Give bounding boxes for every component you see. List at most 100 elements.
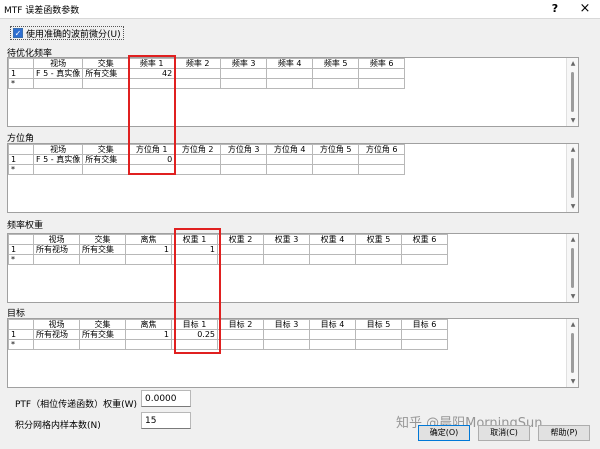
conjugate-cell[interactable]: 所有交集 (79, 329, 126, 340)
grid-cell[interactable] (309, 339, 356, 350)
weight-5-cell[interactable] (355, 244, 402, 255)
field-cell[interactable]: F 5 - 真实像 (32, 68, 84, 79)
table-row[interactable]: 1 所有视场 所有交集 1 1 (8, 244, 448, 255)
azimuth-scrollbar[interactable]: ▲ ▼ (566, 144, 578, 212)
target-grid[interactable]: 视场 交集 离焦 目标 1 目标 2 目标 3 目标 4 目标 5 目标 6 1… (7, 318, 579, 388)
scroll-thumb[interactable] (571, 158, 574, 198)
conjugate-cell[interactable]: 所有交集 (82, 68, 130, 79)
grid-cell[interactable] (309, 254, 356, 265)
grid-cell[interactable] (33, 339, 80, 350)
cancel-button[interactable]: 取消(C) (478, 425, 530, 441)
grid-cell[interactable] (266, 164, 314, 175)
defocus-cell[interactable]: 1 (125, 244, 172, 255)
weight-scrollbar[interactable]: ▲ ▼ (566, 234, 578, 302)
grid-cell[interactable] (33, 254, 80, 265)
weight-4-cell[interactable] (309, 244, 356, 255)
frequency-4-cell[interactable] (266, 68, 314, 79)
scroll-up-icon[interactable]: ▲ (568, 60, 578, 67)
scroll-thumb[interactable] (571, 248, 574, 288)
help-button[interactable]: 帮助(P) (538, 425, 590, 441)
exact-wavefront-checkbox-row[interactable]: ✓ 使用准确的波前微分(U) (10, 26, 124, 40)
grid-cell[interactable] (312, 78, 360, 89)
conjugate-cell[interactable]: 所有交集 (82, 154, 130, 165)
exact-wavefront-checkbox[interactable]: ✓ (13, 28, 23, 38)
grid-cell[interactable] (220, 78, 268, 89)
azimuth-2-cell[interactable] (174, 154, 222, 165)
grid-cell[interactable] (355, 339, 402, 350)
grid-cell[interactable] (355, 254, 402, 265)
field-cell[interactable]: 所有视场 (33, 244, 80, 255)
defocus-cell[interactable]: 1 (125, 329, 172, 340)
freq-header-cell: 频率 4 (266, 58, 314, 69)
azimuth-6-cell[interactable] (358, 154, 406, 165)
scroll-up-icon[interactable]: ▲ (568, 236, 578, 243)
scroll-thumb[interactable] (571, 72, 574, 112)
grid-cell[interactable] (217, 254, 264, 265)
azimuth-3-cell[interactable] (220, 154, 268, 165)
grid-cell[interactable] (125, 339, 172, 350)
target-4-cell[interactable] (309, 329, 356, 340)
table-row[interactable]: 1 F 5 - 真实像 所有交集 42 (8, 68, 406, 79)
target-3-cell[interactable] (263, 329, 310, 340)
grid-cell[interactable] (32, 164, 84, 175)
target-5-cell[interactable] (355, 329, 402, 340)
scroll-up-icon[interactable]: ▲ (568, 321, 578, 328)
frequency-6-cell[interactable] (358, 68, 406, 79)
grid-cell[interactable] (174, 78, 222, 89)
help-icon[interactable]: ? (545, 1, 565, 17)
table-row-new[interactable]: * (8, 254, 448, 265)
grid-cell[interactable] (358, 164, 406, 175)
highlight-box-target (174, 228, 221, 354)
weight-6-cell[interactable] (401, 244, 448, 255)
grid-cell[interactable] (401, 254, 448, 265)
azimuth-grid[interactable]: 视场 交集 方位角 1 方位角 2 方位角 3 方位角 4 方位角 5 方位角 … (7, 143, 579, 213)
frequency-3-cell[interactable] (220, 68, 268, 79)
close-icon[interactable]: × (575, 1, 595, 17)
ptf-weight-input[interactable] (141, 390, 191, 407)
scroll-thumb[interactable] (571, 333, 574, 373)
scroll-down-icon[interactable]: ▼ (568, 293, 578, 300)
grid-cell[interactable] (82, 164, 130, 175)
frequency-5-cell[interactable] (312, 68, 360, 79)
grid-cell[interactable] (401, 339, 448, 350)
table-row[interactable]: 1 所有视场 所有交集 1 0.25 (8, 329, 448, 340)
grid-cell[interactable] (32, 78, 84, 89)
field-cell[interactable]: 所有视场 (33, 329, 80, 340)
scroll-down-icon[interactable]: ▼ (568, 203, 578, 210)
grid-cell[interactable] (174, 164, 222, 175)
grid-cell[interactable] (79, 339, 126, 350)
target-6-cell[interactable] (401, 329, 448, 340)
grid-cell[interactable] (220, 164, 268, 175)
weight-3-cell[interactable] (263, 244, 310, 255)
table-row-new[interactable]: * (8, 339, 448, 350)
row-index: * (8, 164, 34, 175)
samples-input[interactable] (141, 412, 191, 429)
frequency-2-cell[interactable] (174, 68, 222, 79)
scroll-down-icon[interactable]: ▼ (568, 117, 578, 124)
azimuth-4-cell[interactable] (266, 154, 314, 165)
grid-cell[interactable] (79, 254, 126, 265)
table-row-new[interactable]: * (8, 164, 406, 175)
scroll-down-icon[interactable]: ▼ (568, 378, 578, 385)
grid-cell[interactable] (125, 254, 172, 265)
grid-cell[interactable] (82, 78, 130, 89)
grid-cell[interactable] (358, 78, 406, 89)
grid-cell[interactable] (263, 254, 310, 265)
azimuth-5-cell[interactable] (312, 154, 360, 165)
scroll-up-icon[interactable]: ▲ (568, 146, 578, 153)
grid-cell[interactable] (263, 339, 310, 350)
ok-button[interactable]: 确定(O) (418, 425, 470, 441)
table-row[interactable]: 1 F 5 - 真实像 所有交集 0 (8, 154, 406, 165)
grid-cell[interactable] (217, 339, 264, 350)
grid-cell[interactable] (312, 164, 360, 175)
freq-scrollbar[interactable]: ▲ ▼ (566, 58, 578, 126)
table-row-new[interactable]: * (8, 78, 406, 89)
field-cell[interactable]: F 5 - 真实像 (32, 154, 84, 165)
target-2-cell[interactable] (217, 329, 264, 340)
weight-grid[interactable]: 视场 交集 离焦 权重 1 权重 2 权重 3 权重 4 权重 5 权重 6 1… (7, 233, 579, 303)
grid-cell[interactable] (266, 78, 314, 89)
conjugate-cell[interactable]: 所有交集 (79, 244, 126, 255)
freq-grid[interactable]: 视场 交集 频率 1 频率 2 频率 3 频率 4 频率 5 频率 6 1 F … (7, 57, 579, 127)
weight-2-cell[interactable] (217, 244, 264, 255)
target-scrollbar[interactable]: ▲ ▼ (566, 319, 578, 387)
